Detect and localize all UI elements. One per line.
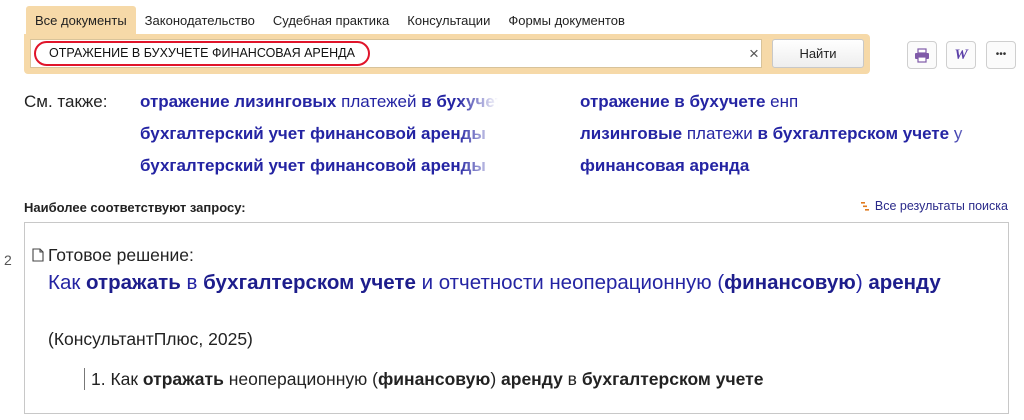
list-icon — [860, 201, 869, 211]
search-query-text[interactable]: ОТРАЖЕНИЕ В БУХУЧЕТЕ ФИНАНСОВАЯ АРЕНДА — [34, 41, 370, 66]
see-also-link-2[interactable]: отражение в бухучете енп — [580, 92, 1000, 112]
word-icon: W — [954, 46, 968, 63]
result-type: Готовое решение: — [48, 245, 194, 265]
best-matches-heading: Наиболее соответствуют запросу: — [24, 200, 246, 215]
result-title-link[interactable]: Как отражать в бухгалтерском учете и отч… — [48, 270, 978, 295]
all-results-link[interactable]: Все результаты поиска — [860, 199, 1008, 213]
see-also-link-6[interactable]: финансовая аренда — [580, 156, 1000, 176]
see-also-link-1[interactable]: отражение лизинговых платежей в бухучете — [140, 92, 498, 112]
find-button[interactable]: Найти — [772, 39, 864, 68]
tab-court-practice[interactable]: Судебная практика — [264, 6, 398, 36]
tab-all-documents[interactable]: Все документы — [26, 6, 136, 36]
search-input[interactable]: ОТРАЖЕНИЕ В БУХУЧЕТЕ ФИНАНСОВАЯ АРЕНДА × — [30, 39, 762, 68]
document-type-tabs: Все документы Законодательство Судебная … — [26, 6, 634, 36]
document-icon — [32, 248, 44, 262]
see-also-link-5[interactable]: бухгалтерский учет финансовой аренды — [140, 156, 498, 176]
see-also-link-4[interactable]: лизинговые платежи в бухгалтерском учете… — [580, 124, 990, 144]
more-button[interactable]: ••• — [986, 41, 1016, 69]
tab-consultations[interactable]: Консультации — [398, 6, 499, 36]
result-source: (КонсультантПлюс, 2025) — [48, 329, 253, 349]
see-also-link-3[interactable]: бухгалтерский учет финансовой аренды — [140, 124, 498, 144]
more-icon: ••• — [995, 49, 1007, 60]
result-subitem-link[interactable]: 1. Как отражать неоперационную (финансов… — [84, 368, 763, 390]
search-bar: ОТРАЖЕНИЕ В БУХУЧЕТЕ ФИНАНСОВАЯ АРЕНДА ×… — [24, 34, 870, 74]
tab-document-forms[interactable]: Формы документов — [499, 6, 634, 36]
word-export-button[interactable]: W — [946, 41, 976, 69]
clear-icon[interactable]: × — [749, 44, 759, 64]
print-button[interactable] — [907, 41, 937, 69]
result-number: 2 — [4, 252, 12, 268]
all-results-label: Все результаты поиска — [874, 199, 1008, 213]
tab-legislation[interactable]: Законодательство — [136, 6, 264, 36]
print-icon — [915, 47, 929, 63]
see-also-label: См. также: — [24, 92, 108, 111]
